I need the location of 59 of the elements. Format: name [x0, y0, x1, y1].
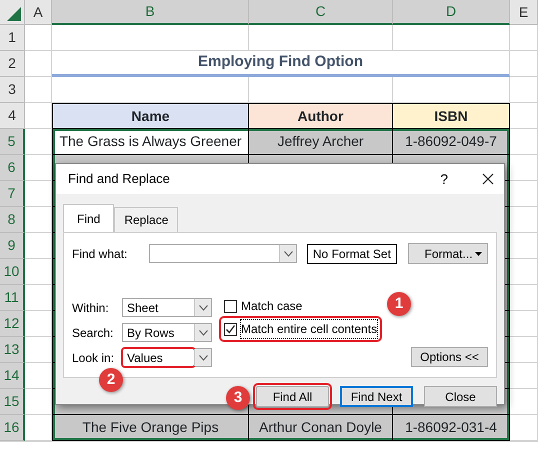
row-header[interactable]: 1: [0, 25, 25, 51]
table-cell: Jeffrey Archer: [249, 129, 393, 155]
tab[interactable]: Replace: [114, 207, 178, 232]
column-header[interactable]: E: [510, 0, 538, 25]
dropdown-icon: [198, 330, 208, 336]
table-header: Name: [52, 103, 249, 129]
table-cell: 1-86092-031-4: [393, 415, 510, 441]
window-title: Find and Replace: [68, 170, 171, 188]
column-header[interactable]: B: [52, 0, 249, 25]
row-header[interactable]: 9: [0, 233, 25, 259]
sheet-title: Employing Find Option: [52, 51, 510, 77]
field-label: Search:: [72, 324, 114, 342]
checkbox[interactable]: Match case: [222, 296, 380, 316]
checkbox[interactable]: Match entire cell contents: [222, 319, 380, 339]
row-header[interactable]: 16: [0, 415, 25, 441]
table-header: ISBN: [393, 103, 510, 129]
select-all-icon: [7, 7, 21, 21]
find-what-field[interactable]: [149, 244, 298, 263]
dropdown-icon: [198, 354, 208, 360]
column-header[interactable]: C: [249, 0, 393, 25]
row-header[interactable]: 11: [0, 285, 25, 311]
select-field[interactable]: By Rows: [122, 323, 212, 342]
row-header[interactable]: 14: [0, 363, 25, 389]
table-cell: The Grass is Always Greener: [52, 129, 249, 155]
field-label: Look in:: [72, 350, 116, 366]
close-icon[interactable]: [482, 173, 494, 185]
select-field[interactable]: Values: [122, 348, 212, 367]
check-icon: [225, 324, 236, 334]
row-header[interactable]: 15: [0, 389, 25, 415]
caret-icon: [475, 252, 482, 256]
row-header[interactable]: 5: [0, 129, 25, 155]
dropdown-icon: [284, 250, 293, 256]
tab[interactable]: Find: [63, 204, 114, 232]
row-header[interactable]: 10: [0, 259, 25, 285]
dialog-button[interactable]: Close: [424, 386, 497, 407]
format-preview: No Format Set: [307, 244, 397, 264]
options-button[interactable]: Options <<: [411, 347, 488, 367]
row-header[interactable]: 13: [0, 337, 25, 363]
column-header[interactable]: A: [25, 0, 52, 25]
table-cell: Arthur Conan Doyle: [249, 415, 393, 441]
select-field[interactable]: Sheet: [122, 298, 212, 317]
field-label: Within:: [72, 300, 110, 316]
table-cell: The Five Orange Pips: [52, 415, 249, 441]
row-header[interactable]: 4: [0, 103, 25, 129]
help-button[interactable]: ?: [440, 168, 448, 190]
row-header[interactable]: 2: [0, 51, 25, 77]
row-header[interactable]: 12: [0, 311, 25, 337]
table-header: Author: [249, 103, 393, 129]
field-label: Find what:: [72, 246, 128, 262]
column-header[interactable]: D: [393, 0, 510, 25]
row-header[interactable]: 3: [0, 77, 25, 103]
dialog-button[interactable]: Find All: [256, 386, 329, 407]
format-button[interactable]: Format...: [408, 243, 488, 264]
row-header[interactable]: 7: [0, 181, 25, 207]
row-header[interactable]: 8: [0, 207, 25, 233]
table-cell: 1-86092-049-7: [393, 129, 510, 155]
dropdown-icon: [198, 304, 208, 310]
dialog-button[interactable]: Find Next: [340, 386, 413, 407]
row-header[interactable]: 6: [0, 155, 25, 181]
